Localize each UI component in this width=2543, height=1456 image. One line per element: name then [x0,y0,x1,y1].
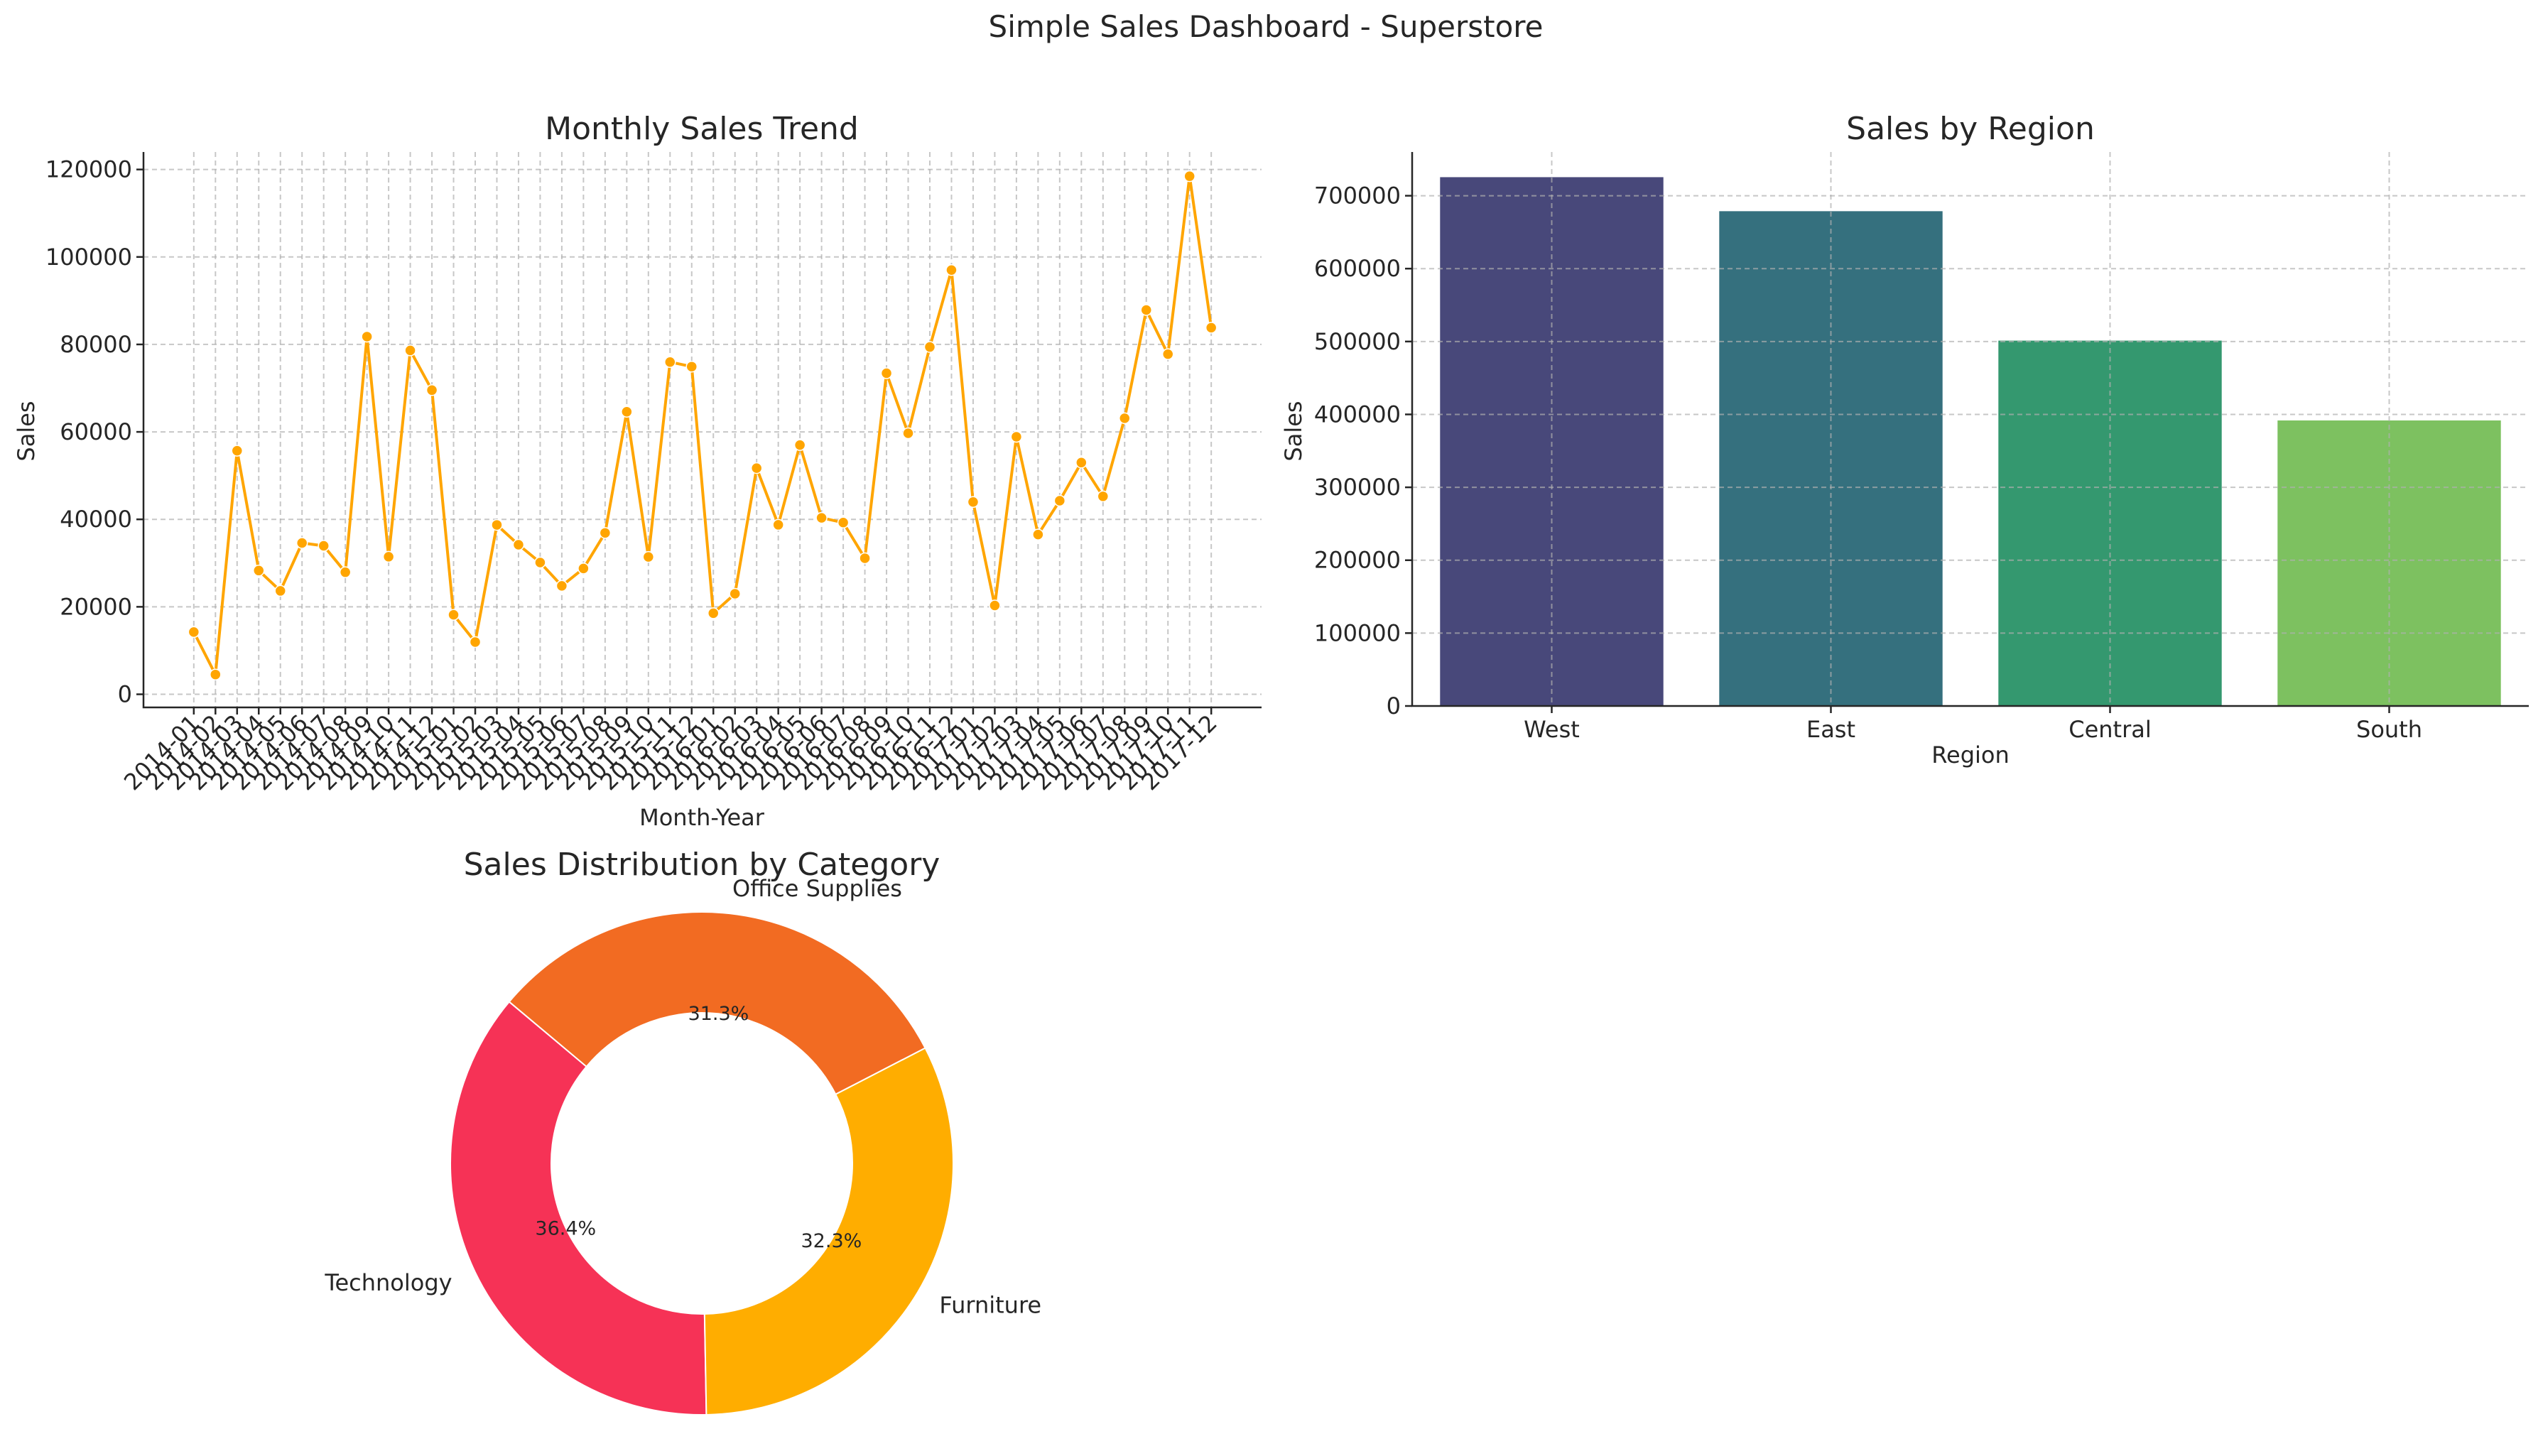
sales-data-point [448,609,460,621]
line-chart-x-axis-label: Month-Year [639,804,765,831]
category-slice-label: Office Supplies [732,875,902,902]
sales-data-point [664,356,676,368]
bar-chart-title: Sales by Region [1846,111,2095,147]
sales-data-point [1183,170,1195,183]
line-chart-axes [142,152,1262,709]
sales-data-point [534,556,546,569]
sales-data-point [339,566,352,578]
sales-data-point [469,636,482,648]
sales-data-point [253,565,265,577]
sales-data-point [382,550,395,563]
sales-data-point [1140,304,1152,316]
sales-data-point [772,518,784,531]
sales-data-point [491,518,503,531]
bar-chart-y-tick-label: 100000 [1314,619,1401,646]
monthly-sales-line-chart: Monthly Sales Trend Month-Year Sales 0 20… [13,111,1262,831]
bar-chart-y-tick-label: 300000 [1314,474,1401,501]
line-chart-y-tick-label: 60000 [60,418,132,445]
sales-data-point [621,406,633,418]
category-slice-label: Furniture [939,1292,1041,1319]
sales-data-point [707,607,720,619]
line-chart-y-axis-label: Sales [13,401,40,461]
sales-data-point [750,462,763,474]
sales-data-point [1075,457,1088,469]
sales-data-point [318,540,330,552]
bar-chart-category-label: South [2356,716,2422,743]
category-percent-label: 36.4% [535,1218,596,1240]
line-chart-y-tick-label: 0 [118,681,132,708]
category-donut-chart: Sales Distribution by Category Technolog… [324,847,1041,1416]
sales-data-point [642,550,655,563]
sales-data-point [425,384,438,396]
sales-data-point [793,439,806,451]
sales-data-point [295,537,308,549]
bar-chart-y-axis-label: Sales [1280,401,1307,461]
sales-data-point [945,264,958,276]
sales-data-point [880,367,893,379]
category-percent-label: 31.3% [688,1003,749,1025]
bar-chart-y-tick-label: 700000 [1314,183,1401,210]
category-percent-label: 32.3% [801,1230,862,1252]
sales-data-point [274,585,286,597]
sales-data-point [578,563,590,575]
category-slice-label: Technology [324,1269,452,1296]
sales-data-point [231,445,244,457]
sales-data-point [1205,322,1218,334]
sales-data-point [1010,430,1023,443]
line-chart-title: Monthly Sales Trend [545,111,859,147]
sales-data-point [210,668,222,680]
sales-data-point [1161,348,1174,360]
sales-data-point [815,511,828,524]
sales-data-point [967,496,980,509]
sales-data-point [902,427,914,440]
bar-chart-x-axis-label: Region [1931,741,2010,768]
bar-chart-y-tick-label: 400000 [1314,401,1401,428]
bar-chart-y-tick-label: 500000 [1314,328,1401,355]
sales-data-point [512,538,525,551]
line-chart-y-tick-label: 100000 [45,244,132,271]
sales-data-point [1053,494,1066,507]
bar-chart-y-tick-label: 600000 [1314,255,1401,282]
dashboard-title: Simple Sales Dashboard - Superstore [989,9,1544,44]
bar-chart-y-tick-label: 0 [1387,692,1401,719]
sales-data-point [555,580,568,592]
sales-data-point [188,626,200,639]
sales-data-point [599,527,612,539]
sales-data-point [1119,412,1131,425]
sales-data-point [923,341,936,353]
sales-data-point [729,587,741,600]
sales-trend-line [193,175,1213,676]
sales-data-point [1097,490,1110,503]
bar-chart-category-label: East [1806,716,1855,743]
sales-data-point [1032,528,1044,540]
category-donut-slice [450,1001,707,1416]
line-chart-y-tick-label: 120000 [45,156,132,183]
line-chart-y-tick-label: 80000 [60,331,132,358]
bar-chart-category-label: West [1524,716,1580,743]
sales-dashboard: Simple Sales Dashboard - Superstore Mont… [13,9,2529,1416]
sales-data-point [361,330,373,343]
line-chart-y-tick-label: 20000 [60,593,132,620]
sales-by-region-bar-chart: Sales by Region Region Sales 0 100000 2000… [1280,111,2529,768]
sales-data-point [685,360,698,373]
sales-data-point [837,516,850,529]
bar-chart-category-label: Central [2068,716,2152,743]
line-chart-y-tick-label: 40000 [60,506,132,533]
sales-data-point [404,344,416,357]
sales-data-point [989,599,1001,612]
sales-data-point [859,552,871,565]
bar-chart-y-tick-label: 200000 [1314,547,1401,574]
